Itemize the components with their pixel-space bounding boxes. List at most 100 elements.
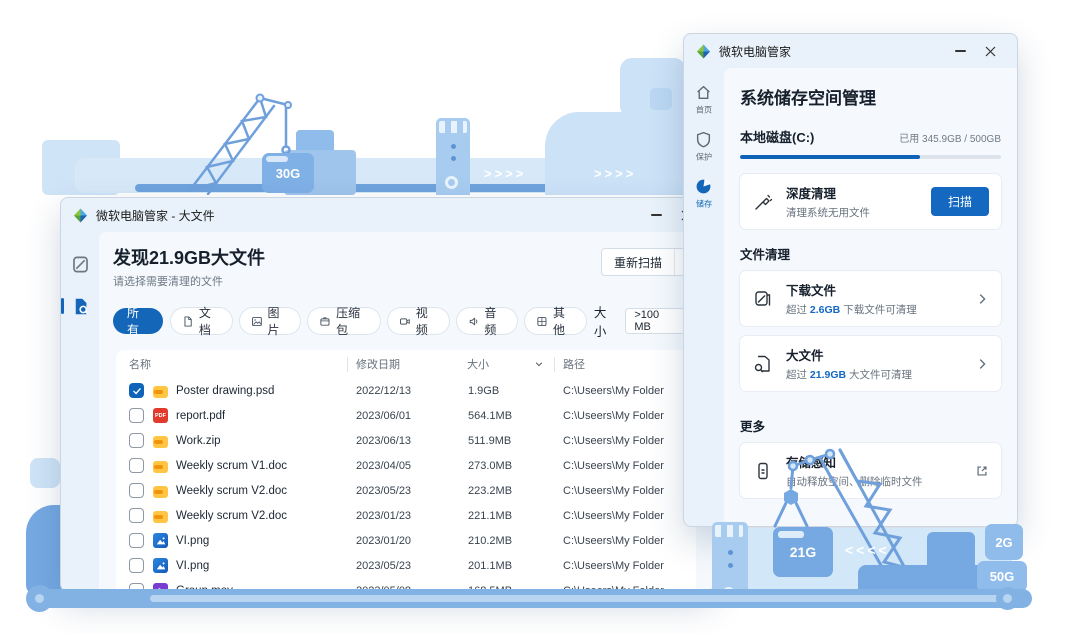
row-checkbox[interactable] xyxy=(129,558,144,573)
table-row[interactable]: VI.png2023/05/23201.1MBC:\Useers\My Fold… xyxy=(116,553,696,578)
filter-pill[interactable]: 视频 xyxy=(388,308,449,334)
video-icon xyxy=(399,315,411,328)
titlebar: 微软电脑管家 xyxy=(684,34,1017,68)
filter-pill[interactable]: 文档 xyxy=(171,308,232,334)
table-row[interactable]: Poster drawing.psd2022/12/131.9GBC:\Usee… xyxy=(116,378,696,403)
external-link-icon xyxy=(975,464,989,478)
row-date: 2023/05/23 xyxy=(347,560,459,572)
row-date: 2023/04/05 xyxy=(347,460,459,472)
sidebar-item-home[interactable]: 首页 xyxy=(695,84,713,116)
row-path: C:\Useers\My Folder xyxy=(554,460,696,472)
row-date: 2023/01/23 xyxy=(347,510,459,522)
row-checkbox[interactable] xyxy=(129,383,144,398)
row-date: 2023/01/20 xyxy=(347,535,459,547)
check-icon xyxy=(132,386,142,396)
archive-file-icon xyxy=(153,461,168,473)
column-header-date[interactable]: 修改日期 xyxy=(347,357,459,372)
scan-button[interactable]: 扫描 xyxy=(931,187,989,216)
pdf-file-icon: PDF xyxy=(153,408,168,423)
column-header-name[interactable]: 名称 xyxy=(116,356,347,372)
table-row[interactable]: Work.zip2023/06/13511.9MBC:\Useers\My Fo… xyxy=(116,428,696,453)
shield-icon xyxy=(695,131,712,148)
row-checkbox[interactable] xyxy=(129,483,144,498)
deep-clean-title: 深度清理 xyxy=(786,183,919,202)
table-row[interactable]: Weekly scrum V2.doc2023/05/23223.2MBC:\U… xyxy=(116,478,696,503)
large-files-window: 微软电脑管家 - 大文件 xyxy=(60,197,714,592)
row-path: C:\Useers\My Folder xyxy=(554,385,696,397)
filter-pill[interactable]: 其他 xyxy=(525,308,586,334)
broom-icon xyxy=(753,192,773,212)
sidebar-item-protection[interactable]: 保护 xyxy=(695,131,713,163)
cargo-box-21g: 21G xyxy=(773,527,833,577)
table-row[interactable]: PDFreport.pdf2023/06/01564.1MBC:\Useers\… xyxy=(116,403,696,428)
minimize-button[interactable] xyxy=(945,39,975,63)
audio-icon xyxy=(468,315,480,328)
window-title: 微软电脑管家 - 大文件 xyxy=(96,207,215,224)
archive-file-icon xyxy=(153,486,168,498)
row-checkbox[interactable] xyxy=(129,533,144,548)
download-files-card[interactable]: 下载文件 超过 2.6GB 下载文件可清理 xyxy=(740,271,1001,326)
pc-manager-logo-icon xyxy=(73,208,88,223)
image-icon xyxy=(251,315,263,328)
chevron-right-icon xyxy=(975,292,989,306)
row-checkbox[interactable] xyxy=(129,433,144,448)
page-title: 系统储存空间管理 xyxy=(740,84,1001,109)
conveyor-arrows: >>>> xyxy=(594,166,636,181)
archive-file-icon xyxy=(153,511,168,523)
row-size: 223.2MB xyxy=(459,485,554,497)
table-row[interactable]: Weekly scrum V1.doc2023/04/05273.0MBC:\U… xyxy=(116,453,696,478)
sort-desc-icon xyxy=(534,359,544,369)
window-title: 微软电脑管家 xyxy=(719,43,791,60)
table-row[interactable]: Weekly scrum V2.doc2023/01/23221.1MBC:\U… xyxy=(116,503,696,528)
column-header-size[interactable]: 大小 xyxy=(459,356,554,372)
large-file-search-icon xyxy=(753,354,773,374)
section-more: 更多 xyxy=(740,416,1001,435)
filter-pill[interactable]: 音频 xyxy=(457,308,518,334)
chevron-right-icon xyxy=(975,357,989,371)
close-icon xyxy=(985,46,996,57)
traffic-cone xyxy=(866,574,880,588)
download-file-icon xyxy=(753,289,773,309)
conveyor-wheel xyxy=(996,587,1019,610)
sidebar-item-download-files[interactable] xyxy=(68,252,92,276)
row-checkbox[interactable] xyxy=(129,508,144,523)
archive-icon xyxy=(319,315,331,328)
conveyor-wheel xyxy=(26,585,53,612)
column-header-path[interactable]: 路径 xyxy=(554,357,696,372)
illustration-block xyxy=(30,458,60,488)
main-window-sidebar xyxy=(61,232,99,591)
table-row[interactable]: VI.png2023/01/20210.2MBC:\Useers\My Fold… xyxy=(116,528,696,553)
sidebar-item-storage[interactable]: 储存 xyxy=(695,178,713,210)
storage-window-sidebar: 首页 保护 储存 xyxy=(684,68,724,526)
disk-name: 本地磁盘(C:) xyxy=(740,127,814,146)
row-size: 564.1MB xyxy=(459,410,554,422)
conveyor-belt-stripe xyxy=(150,595,1006,602)
sidebar-item-large-files[interactable] xyxy=(68,294,92,318)
page-subtitle: 请选择需要清理的文件 xyxy=(113,273,265,289)
row-checkbox[interactable] xyxy=(129,458,144,473)
filter-pill[interactable]: 压缩包 xyxy=(308,308,380,334)
illustration-tower xyxy=(436,118,470,195)
close-button[interactable] xyxy=(975,39,1005,63)
illustration-block xyxy=(650,88,672,110)
active-indicator xyxy=(61,298,64,314)
row-path: C:\Useers\My Folder xyxy=(554,560,696,572)
page-header: 发现21.9GB大文件 请选择需要清理的文件 xyxy=(113,244,265,289)
rescan-button[interactable]: 重新扫描 xyxy=(602,254,674,271)
archive-file-icon xyxy=(153,436,168,448)
download-file-icon xyxy=(71,255,90,274)
filter-pill[interactable]: 所有 xyxy=(113,308,163,334)
row-path: C:\Useers\My Folder xyxy=(554,535,696,547)
row-date: 2022/12/13 xyxy=(347,385,459,397)
row-date: 2023/05/23 xyxy=(347,485,459,497)
row-size: 1.9GB xyxy=(459,385,554,397)
row-size: 273.0MB xyxy=(459,460,554,472)
section-file-clean: 文件清理 xyxy=(740,244,1001,263)
pie-chart-icon xyxy=(695,178,712,195)
large-files-card[interactable]: 大文件 超过 21.9GB 大文件可清理 xyxy=(740,336,1001,391)
minimize-button[interactable] xyxy=(641,203,671,227)
row-checkbox[interactable] xyxy=(129,408,144,423)
filter-pill[interactable]: 图片 xyxy=(240,308,301,334)
row-path: C:\Useers\My Folder xyxy=(554,510,696,522)
deep-clean-subtitle: 清理系统无用文件 xyxy=(786,205,919,220)
